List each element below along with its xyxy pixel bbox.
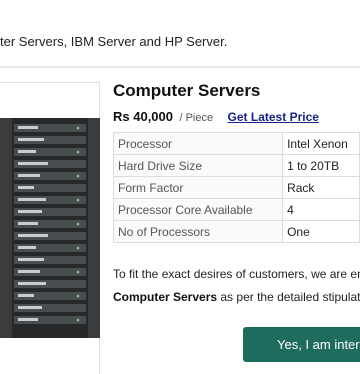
interested-button[interactable]: Yes, I am inter bbox=[243, 327, 360, 362]
server-rack-photo bbox=[0, 118, 100, 338]
spec-value: Rack bbox=[282, 176, 360, 199]
spec-key: Hard Drive Size bbox=[112, 154, 284, 177]
description-bold-term: Computer Servers bbox=[113, 290, 218, 304]
product-description: To fit the exact desires of customers, w… bbox=[113, 263, 360, 309]
table-row: No of Processors One bbox=[112, 220, 360, 243]
price-value: Rs 40,000 bbox=[113, 109, 173, 124]
table-row: Processor Core Available 4 bbox=[112, 198, 360, 221]
intro-text: ter Servers, IBM Server and HP Server. bbox=[0, 34, 228, 49]
get-latest-price-link[interactable]: Get Latest Price bbox=[228, 110, 319, 124]
spec-key: Processor bbox=[112, 132, 284, 155]
description-line-2-rest: as per the detailed stipulat bbox=[217, 290, 360, 304]
spec-value: Intel Xenon bbox=[282, 132, 360, 155]
spec-value: 4 bbox=[282, 198, 360, 221]
description-line-2: Computer Servers as per the detailed sti… bbox=[113, 286, 360, 309]
table-row: Hard Drive Size 1 to 20TB bbox=[112, 154, 360, 177]
table-row: Form Factor Rack bbox=[112, 176, 360, 199]
spec-key: No of Processors bbox=[112, 220, 284, 243]
price-unit: / Piece bbox=[179, 112, 214, 124]
spec-key: Processor Core Available bbox=[112, 198, 284, 221]
price-line: Rs 40,000 / Piece Get Latest Price bbox=[113, 108, 319, 126]
spec-value: 1 to 20TB bbox=[282, 154, 360, 177]
spec-table: Processor Intel Xenon Hard Drive Size 1 … bbox=[112, 132, 360, 243]
product-title: Computer Servers bbox=[113, 81, 261, 100]
table-row: Processor Intel Xenon bbox=[112, 132, 360, 155]
description-line-1: To fit the exact desires of customers, w… bbox=[113, 267, 360, 281]
spec-value: One bbox=[282, 220, 360, 243]
product-image[interactable] bbox=[0, 118, 100, 338]
section-divider bbox=[0, 66, 360, 68]
spec-key: Form Factor bbox=[112, 176, 284, 199]
